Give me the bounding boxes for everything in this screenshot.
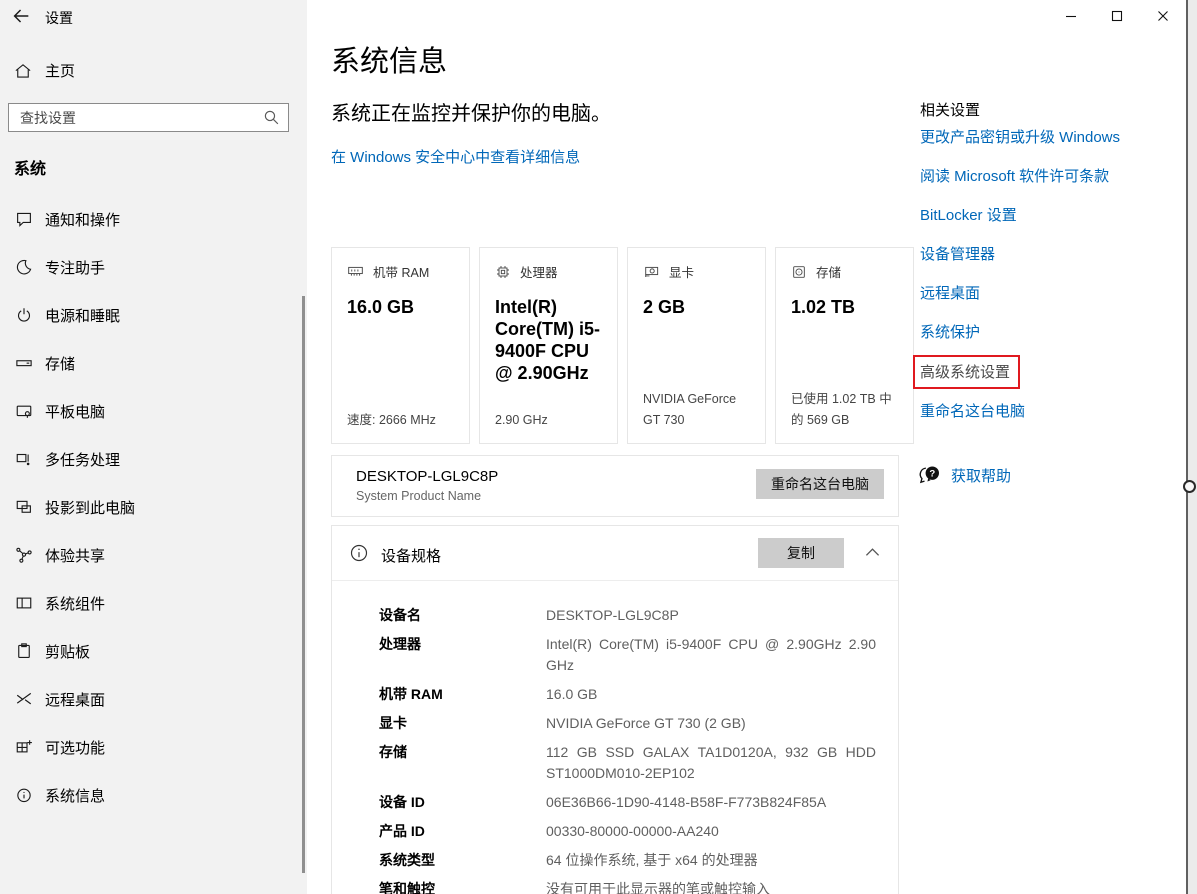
- device-specs-card: 设备规格 复制 设备名DESKTOP-LGL9C8P 处理器Intel(R) C…: [331, 525, 899, 894]
- get-help-row[interactable]: ? 获取帮助: [918, 464, 1011, 486]
- sidebar-item-about[interactable]: 系统信息: [0, 771, 307, 819]
- gpu-icon: [643, 264, 660, 279]
- device-specs-header[interactable]: 设备规格 复制: [332, 526, 898, 581]
- sidebar-item-focus-assist[interactable]: 专注助手: [0, 243, 307, 291]
- related-link-license-terms[interactable]: 阅读 Microsoft 软件许可条款: [920, 165, 1109, 186]
- notifications-icon: [14, 210, 33, 228]
- device-name: DESKTOP-LGL9C8P: [356, 468, 498, 485]
- device-name-panel: DESKTOP-LGL9C8P System Product Name 重命名这…: [331, 455, 899, 517]
- sidebar-nav: 通知和操作 专注助手 电源和睡眠 存储 平板电脑 多任务处理 投影到此电脑 体: [0, 195, 307, 819]
- svg-text:?: ?: [929, 468, 935, 479]
- sidebar-item-clipboard[interactable]: 剪贴板: [0, 627, 307, 675]
- gpu-footer: NVIDIA GeForce GT 730: [643, 389, 753, 431]
- sidebar-item-remote-desktop[interactable]: 远程桌面: [0, 675, 307, 723]
- clipboard-icon: [14, 642, 33, 660]
- sidebar-item-power-sleep[interactable]: 电源和睡眠: [0, 291, 307, 339]
- related-link-bitlocker[interactable]: BitLocker 设置: [920, 204, 1017, 225]
- spec-row-product-id: 产品 ID00330-80000-00000-AA240: [379, 821, 876, 842]
- related-link-change-product-key[interactable]: 更改产品密钥或升级 Windows: [920, 126, 1120, 147]
- sidebar-item-system-components[interactable]: 系统组件: [0, 579, 307, 627]
- search-box: [8, 103, 289, 132]
- sidebar: 设置 主页 系统 通知和操作 专注助手 电源和睡眠 存储: [0, 0, 307, 894]
- page-subtitle: 系统正在监控并保护你的电脑。: [331, 97, 611, 126]
- sidebar-item-storage[interactable]: 存储: [0, 339, 307, 387]
- spec-row-storage: 存储112 GB SSD GALAX TA1D0120A, 932 GB HDD…: [379, 742, 876, 784]
- collapse-chevron-icon[interactable]: [865, 547, 880, 557]
- get-help-icon: ?: [918, 464, 942, 486]
- sidebar-item-tablet[interactable]: 平板电脑: [0, 387, 307, 435]
- multitasking-icon: [14, 450, 33, 468]
- tablet-icon: [14, 402, 33, 420]
- related-link-remote-desktop[interactable]: 远程桌面: [920, 282, 980, 303]
- sidebar-item-home[interactable]: 主页: [14, 60, 75, 81]
- minimize-button[interactable]: [1048, 0, 1094, 31]
- spec-row-processor: 处理器Intel(R) Core(TM) i5-9400F CPU @ 2.90…: [379, 634, 876, 676]
- optional-features-icon: [14, 738, 33, 756]
- cpu-card: 处理器 Intel(R) Core(TM) i5-9400F CPU @ 2.9…: [479, 247, 618, 444]
- related-link-system-protection[interactable]: 系统保护: [920, 321, 980, 342]
- power-icon: [14, 306, 33, 324]
- related-link-advanced-system-settings[interactable]: 高级系统设置: [920, 361, 1020, 389]
- spec-row-device-name: 设备名DESKTOP-LGL9C8P: [379, 605, 876, 626]
- spec-row-ram: 机带 RAM16.0 GB: [379, 684, 876, 705]
- system-components-icon: [14, 594, 33, 612]
- back-button[interactable]: [10, 5, 38, 29]
- sidebar-item-projecting[interactable]: 投影到此电脑: [0, 483, 307, 531]
- get-help-label: 获取帮助: [951, 465, 1011, 486]
- close-button[interactable]: [1140, 0, 1186, 31]
- ram-value: 16.0 GB: [347, 296, 454, 318]
- sidebar-item-notifications[interactable]: 通知和操作: [0, 195, 307, 243]
- window-controls: [1048, 0, 1186, 31]
- spec-cards: 机带 RAM 16.0 GB 速度: 2666 MHz 处理器 Intel(R)…: [331, 247, 914, 444]
- cpu-icon: [495, 264, 511, 280]
- about-info-icon: [14, 786, 33, 804]
- rename-pc-button[interactable]: 重命名这台电脑: [756, 469, 884, 499]
- sidebar-item-multitasking[interactable]: 多任务处理: [0, 435, 307, 483]
- page-title: 系统信息: [331, 38, 447, 80]
- remote-desktop-icon: [14, 690, 33, 708]
- focus-assist-icon: [14, 258, 33, 276]
- disk-icon: [791, 264, 807, 280]
- device-product-name: System Product Name: [356, 489, 481, 503]
- maximize-button[interactable]: [1094, 0, 1140, 31]
- app-title: 设置: [45, 8, 73, 28]
- window-right-edge: [1186, 0, 1197, 894]
- edge-circle-marker: [1183, 480, 1196, 493]
- sidebar-item-optional-features[interactable]: 可选功能: [0, 723, 307, 771]
- sidebar-section-title: 系统: [14, 155, 46, 179]
- search-input[interactable]: [8, 103, 289, 132]
- spec-row-system-type: 系统类型64 位操作系统, 基于 x64 的处理器: [379, 850, 876, 871]
- home-label: 主页: [45, 60, 75, 81]
- related-settings-title: 相关设置: [920, 99, 980, 120]
- storage-icon: [14, 354, 33, 372]
- sidebar-item-shared-experiences[interactable]: 体验共享: [0, 531, 307, 579]
- related-link-rename-pc[interactable]: 重命名这台电脑: [920, 400, 1025, 421]
- gpu-card: 显卡 2 GB NVIDIA GeForce GT 730: [627, 247, 766, 444]
- info-circle-icon: [349, 543, 369, 563]
- spec-row-gpu: 显卡NVIDIA GeForce GT 730 (2 GB): [379, 713, 876, 734]
- home-icon: [14, 62, 32, 80]
- cpu-value: Intel(R) Core(TM) i5-9400F CPU @ 2.90GHz: [495, 296, 602, 384]
- spec-rows: 设备名DESKTOP-LGL9C8P 处理器Intel(R) Core(TM) …: [332, 581, 898, 894]
- spec-row-device-id: 设备 ID06E36B66-1D90-4148-B58F-F773B824F85…: [379, 792, 876, 813]
- annotation-box: 高级系统设置: [913, 355, 1020, 389]
- shared-experiences-icon: [14, 546, 33, 564]
- related-link-device-manager[interactable]: 设备管理器: [920, 243, 995, 264]
- device-specs-title: 设备规格: [381, 545, 441, 566]
- cpu-footer: 2.90 GHz: [495, 410, 605, 431]
- ram-footer: 速度: 2666 MHz: [347, 410, 457, 431]
- windows-security-link[interactable]: 在 Windows 安全中心中查看详细信息: [331, 146, 580, 167]
- gpu-value: 2 GB: [643, 296, 750, 318]
- spec-row-pen-touch: 笔和触控没有可用于此显示器的笔或触控输入: [379, 879, 876, 894]
- copy-button[interactable]: 复制: [758, 538, 844, 568]
- search-icon[interactable]: [263, 109, 280, 126]
- sidebar-scrollbar[interactable]: [302, 296, 305, 873]
- ram-icon: [347, 264, 364, 279]
- ram-card: 机带 RAM 16.0 GB 速度: 2666 MHz: [331, 247, 470, 444]
- storage-card: 存储 1.02 TB 已使用 1.02 TB 中的 569 GB: [775, 247, 914, 444]
- projecting-icon: [14, 498, 33, 516]
- storage-value: 1.02 TB: [791, 296, 898, 318]
- storage-footer: 已使用 1.02 TB 中的 569 GB: [791, 389, 901, 431]
